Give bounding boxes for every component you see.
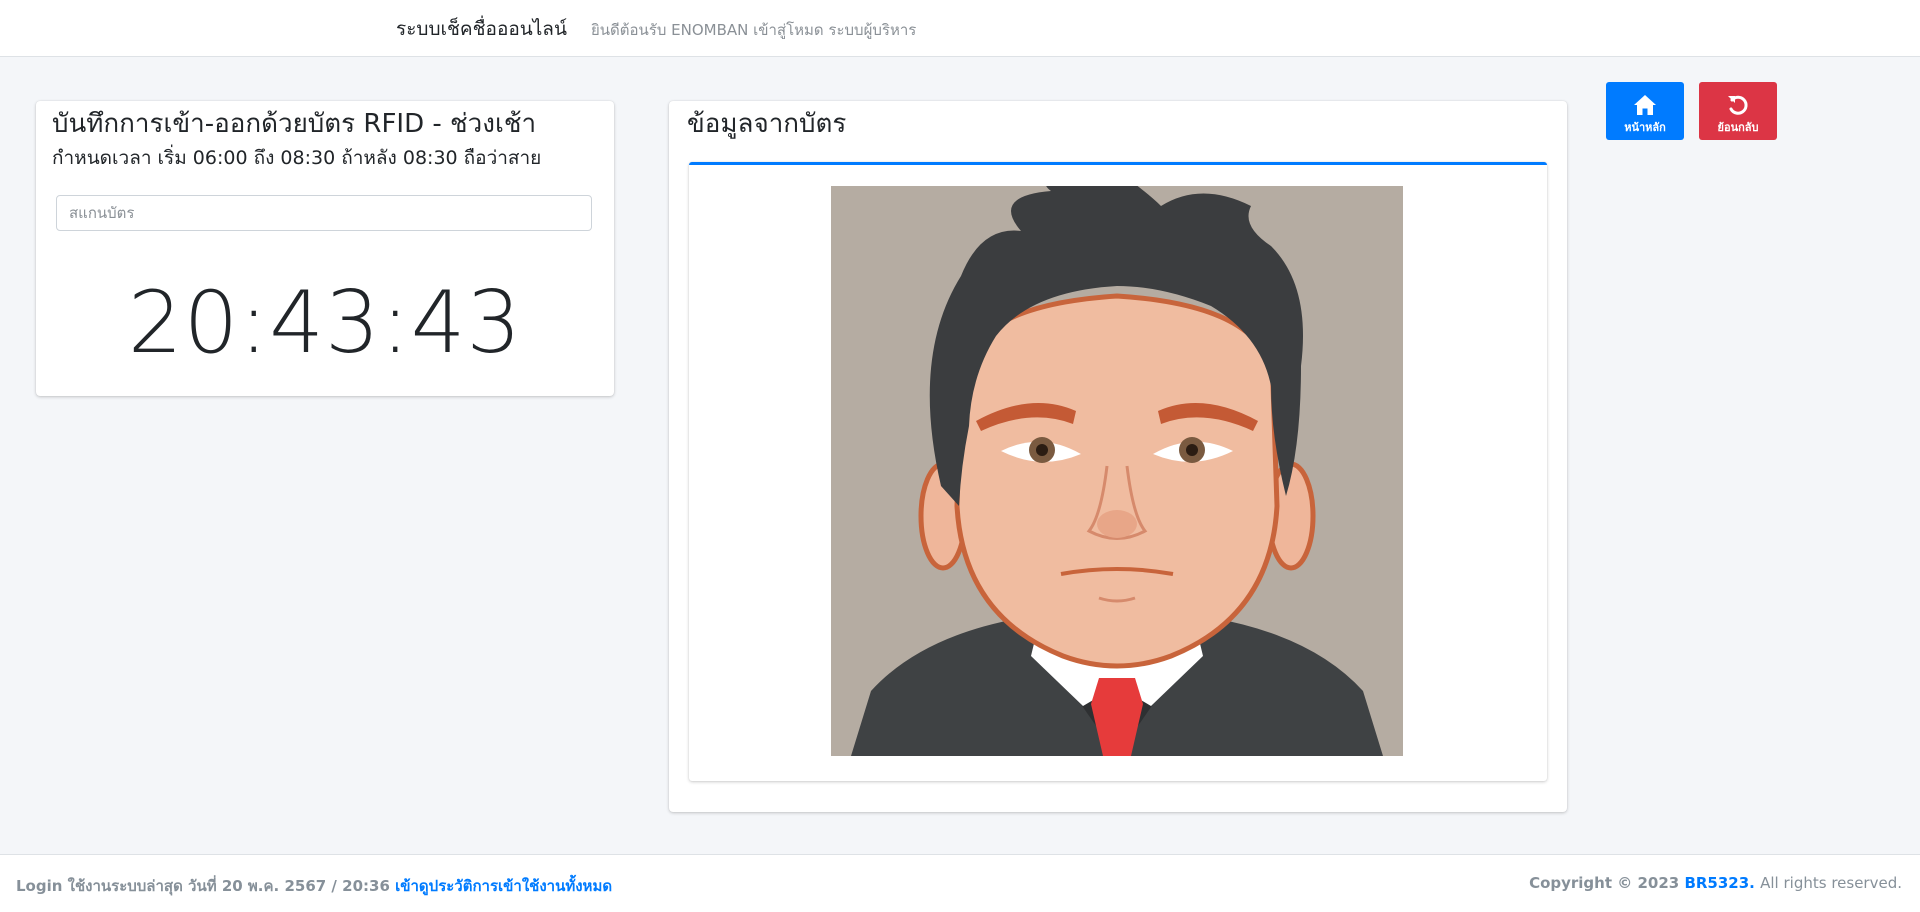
home-icon: [1634, 95, 1656, 115]
member-photo: [831, 186, 1403, 756]
last-login-info: Login ใช้งานระบบล่าสุด วันที่ 20 พ.ค. 25…: [16, 874, 612, 898]
card-info-panel: ข้อมูลจากบัตร: [669, 101, 1567, 812]
welcome-text: ยินดีต้อนรับ ENOMBAN เข้าสู่โหมด ระบบผู้…: [591, 21, 917, 39]
top-navbar: ระบบเช็คชื่อออนไลน์ ยินดีต้อนรับ ENOMBAN…: [0, 0, 1920, 57]
rfid-time-rule: กำหนดเวลา เริ่ม 06:00 ถึง 08:30 ถ้าหลัง …: [52, 147, 542, 169]
home-button-label: หน้าหลัก: [1624, 121, 1666, 134]
card-info-title: ข้อมูลจากบัตร: [687, 109, 847, 139]
live-clock: 20:43:43: [127, 273, 523, 373]
last-login-text: Login ใช้งานระบบล่าสุด วันที่ 20 พ.ค. 25…: [16, 877, 390, 895]
photo-card: [689, 162, 1547, 781]
footer: Login ใช้งานระบบล่าสุด วันที่ 20 พ.ค. 25…: [0, 854, 1920, 912]
brand-title[interactable]: ระบบเช็คชื่อออนไลน์: [396, 14, 567, 44]
rfid-card-title: บันทึกการเข้า-ออกด้วยบัตร RFID - ช่วงเช้…: [52, 109, 537, 139]
back-button[interactable]: ย้อนกลับ: [1699, 82, 1777, 140]
undo-icon: [1728, 95, 1748, 115]
copyright: Copyright © 2023 BR5323. All rights rese…: [1529, 874, 1902, 892]
copyright-brand-link[interactable]: BR5323.: [1684, 874, 1754, 892]
login-history-link[interactable]: เข้าดูประวัติการเข้าใช้งานทั้งหมด: [395, 877, 612, 895]
scan-card-input[interactable]: [56, 195, 592, 231]
home-button[interactable]: หน้าหลัก: [1606, 82, 1684, 140]
rfid-card: บันทึกการเข้า-ออกด้วยบัตร RFID - ช่วงเช้…: [36, 101, 614, 396]
rights-text: All rights reserved.: [1760, 874, 1902, 892]
back-button-label: ย้อนกลับ: [1717, 121, 1759, 134]
avatar-illustration: [831, 186, 1403, 756]
copyright-text: Copyright © 2023: [1529, 874, 1680, 892]
